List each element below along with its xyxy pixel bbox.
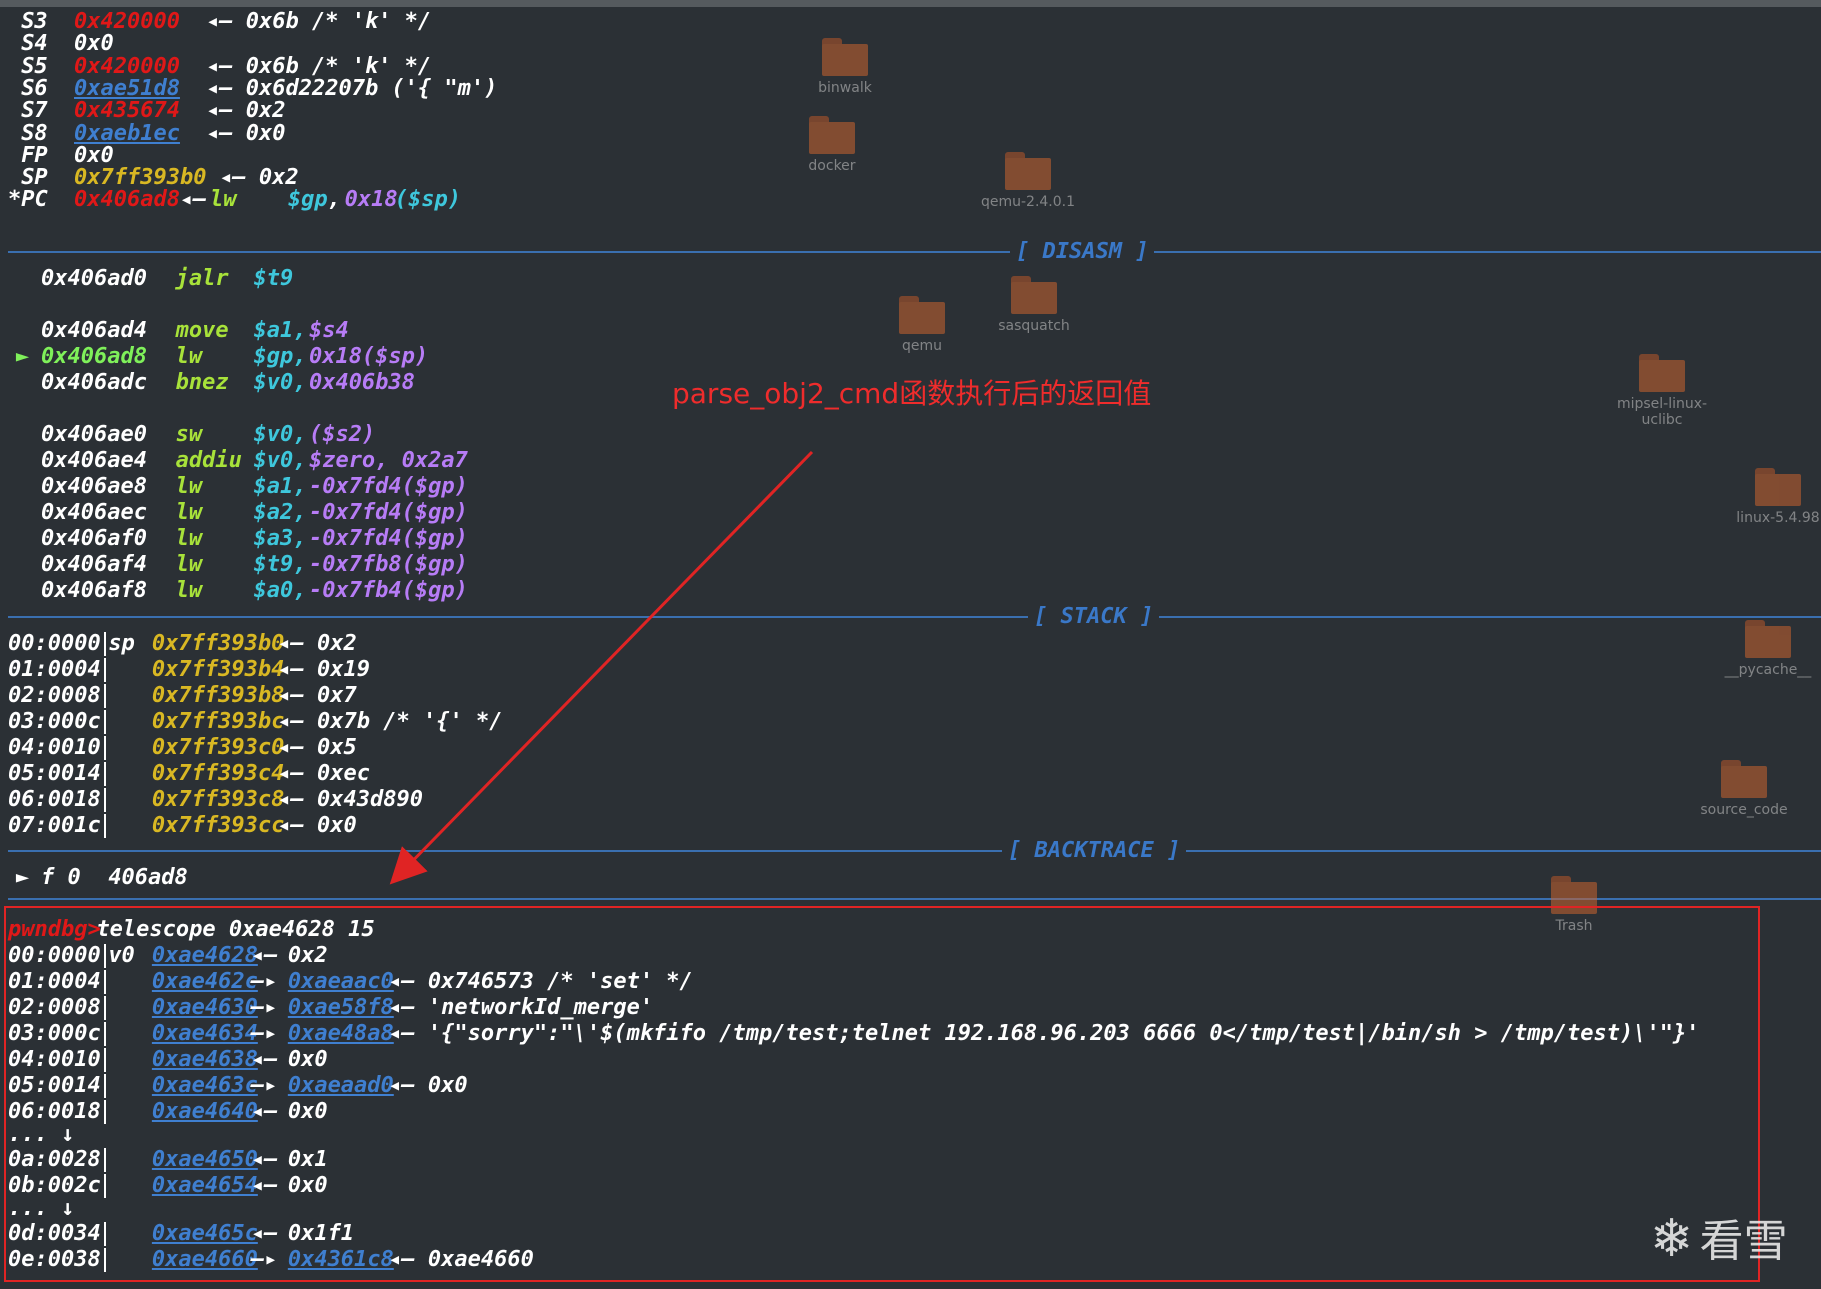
- watermark-logo: ❄ 看雪: [1650, 1205, 1788, 1269]
- snowflake-icon: ❄: [1650, 1209, 1694, 1269]
- watermark-text: 看雪: [1699, 1216, 1788, 1267]
- annotation-arrow: [389, 450, 814, 885]
